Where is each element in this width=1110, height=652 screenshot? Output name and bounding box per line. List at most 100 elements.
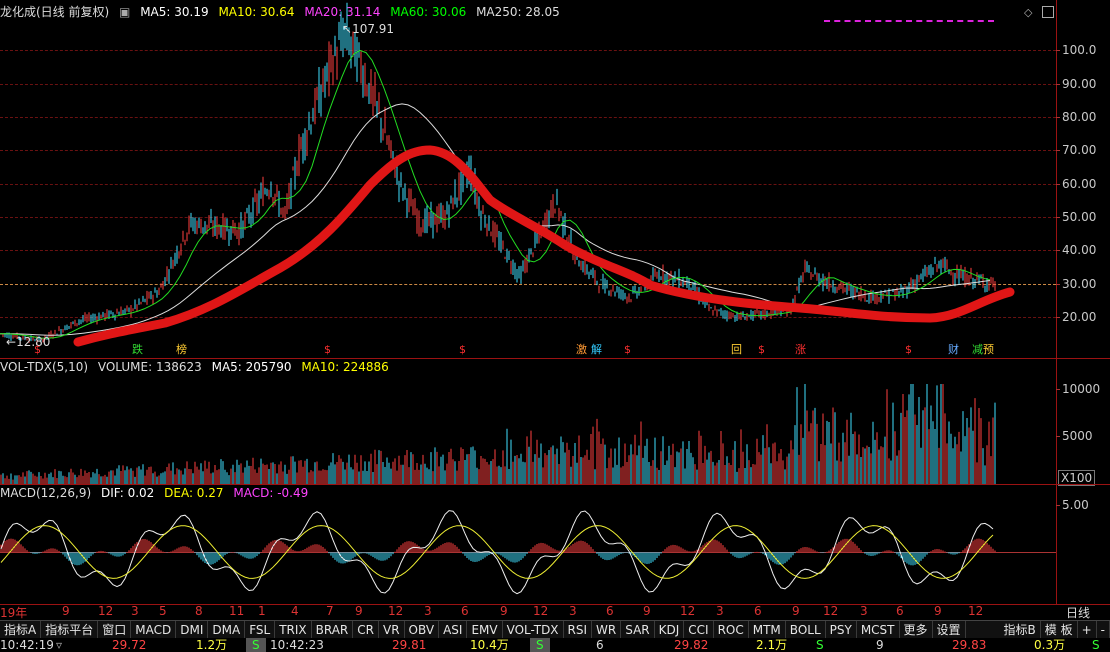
event-marker[interactable]: $ (905, 343, 912, 357)
time-tick: 6 (896, 604, 904, 618)
status-qty-2: 10.4万 (470, 638, 509, 652)
time-tick: 5 (159, 604, 167, 618)
event-marker[interactable]: 激 (576, 343, 587, 357)
event-marker[interactable]: 解 (591, 343, 602, 357)
toolbar-item[interactable]: OBV (405, 621, 440, 639)
toolbar-item[interactable]: TRIX (275, 621, 312, 639)
time-tick: 7 (326, 604, 334, 618)
toolbar-right-item[interactable]: 模 板 (1041, 621, 1078, 639)
time-tick: 11 (229, 604, 245, 618)
ma250-line (0, 103, 991, 336)
price-tick: 70.00 (1055, 143, 1097, 157)
toolbar-item[interactable]: ASI (439, 621, 468, 639)
time-tick: 4 (291, 604, 299, 618)
event-marker[interactable]: $ (459, 343, 466, 357)
price-tick: 30.00 (1055, 277, 1097, 291)
toolbar-item[interactable]: 窗口 (98, 621, 132, 639)
time-tick: 6 (754, 604, 762, 618)
time-tick: 3 (131, 604, 139, 618)
status-flag-1: S (246, 638, 266, 652)
time-tick: 12 (388, 604, 404, 618)
low-price-label: ←12.80 (6, 335, 50, 349)
high-price-label: ↖107.91 (342, 22, 394, 36)
time-tick: 19年 (0, 606, 28, 620)
price-tick: 90.00 (1055, 77, 1097, 91)
time-tick: 3 (860, 604, 868, 618)
time-tick: 9 (792, 604, 800, 618)
toolbar-item[interactable]: EMV (467, 621, 503, 639)
toolbar-item[interactable]: MACD (131, 621, 177, 639)
toolbar-item[interactable]: VOL-TDX (503, 621, 564, 639)
event-marker[interactable]: 减 (972, 343, 983, 357)
time-tick: 9 (934, 604, 942, 618)
status-qty-4: 0.3万 (1034, 638, 1066, 652)
toolbar-item[interactable]: FSL (245, 621, 276, 639)
toolbar-item[interactable]: VR (379, 621, 405, 639)
status-bar: 10:42:19 ▿ 29.72 1.2万 S 10:42:23 29.81 1… (0, 638, 1110, 652)
event-marker[interactable]: 财 (948, 343, 959, 357)
toolbar-item[interactable]: SAR (621, 621, 655, 639)
event-marker[interactable]: $ (324, 343, 331, 357)
event-marker[interactable]: 预 (983, 343, 994, 357)
status-price-4: 29.83 (952, 638, 987, 652)
volume-tick: 5000 (1056, 429, 1093, 443)
toolbar-item[interactable]: MTM (749, 621, 786, 639)
time-tick: 8 (195, 604, 203, 618)
time-tick: 6 (606, 604, 614, 618)
toolbar-right-item[interactable]: + (1078, 621, 1097, 639)
toolbar-item[interactable]: WR (592, 621, 622, 639)
status-price-2: 29.81 (392, 638, 427, 652)
status-time-1: 10:42:19 (0, 638, 54, 652)
volume-chart[interactable] (0, 360, 1056, 484)
time-tick: 12 (98, 604, 114, 618)
time-tick: 12 (533, 604, 549, 618)
status-dropdown-icon[interactable]: ▿ (56, 638, 62, 652)
toolbar-item[interactable]: RSI (564, 621, 593, 639)
macd-chart[interactable] (0, 486, 1056, 604)
toolbar-item[interactable]: KDJ (655, 621, 685, 639)
toolbar-item[interactable]: BRAR (312, 621, 354, 639)
status-qty-1: 1.2万 (196, 638, 228, 652)
period-label[interactable]: 日线 (1066, 604, 1090, 621)
toolbar-item[interactable]: MCST (857, 621, 900, 639)
toolbar-item[interactable]: ROC (714, 621, 749, 639)
time-tick: 1 (258, 604, 266, 618)
price-tick: 60.00 (1055, 177, 1097, 191)
status-price-1: 29.72 (112, 638, 147, 652)
status-price-3: 29.82 (674, 638, 709, 652)
event-marker[interactable]: $ (34, 343, 41, 357)
time-tick: 3 (424, 604, 432, 618)
status-flag-4: S (1092, 638, 1100, 652)
price-bars (0, 2, 996, 344)
toolbar-right-item[interactable]: 指标B (1000, 621, 1041, 639)
toolbar-item[interactable]: 指标平台 (41, 621, 99, 639)
toolbar-item[interactable]: BOLL (786, 621, 826, 639)
event-marker[interactable]: 榜 (176, 343, 187, 357)
status-time-2: 10:42:23 (270, 638, 324, 652)
status-flag-3: S (816, 638, 824, 652)
toolbar-item[interactable]: PSY (826, 621, 857, 639)
toolbar-item[interactable]: 指标A (0, 621, 42, 639)
toolbar-item[interactable]: CR (353, 621, 379, 639)
indicator-toolbar: 指标A 指标平台 窗口 MACD DMI DMA FSL TRIX BRAR CR VR OBV ASI… (0, 620, 1110, 639)
toolbar-item[interactable]: CCI (684, 621, 714, 639)
toolbar-right-item[interactable]: - (1097, 621, 1110, 639)
status-qty-3: 2.1万 (756, 638, 788, 652)
hand-drawn-trend-annotation (73, 145, 1015, 347)
event-marker[interactable]: 跌 (132, 343, 143, 357)
time-tick: 9 (643, 604, 651, 618)
event-marker[interactable]: $ (624, 343, 631, 357)
event-marker[interactable]: 回 (731, 343, 742, 357)
event-marker[interactable]: $ (758, 343, 765, 357)
toolbar-item[interactable]: 设置 (933, 621, 966, 639)
event-marker[interactable]: 涨 (795, 343, 806, 357)
time-axis: 19年 9 12 3 5 8 11 1 4 7 9 12 3 6 9 12 3 … (0, 604, 1056, 620)
volume-tick: 10000 (1055, 382, 1101, 396)
toolbar-item[interactable]: 更多 (900, 621, 933, 639)
toolbar-item[interactable]: DMI (176, 621, 209, 639)
time-tick: 12 (968, 604, 984, 618)
time-tick: 6 (461, 604, 469, 618)
toolbar-item[interactable]: DMA (208, 621, 246, 639)
price-tick: 100.0 (1055, 43, 1097, 57)
price-tick: 50.00 (1055, 210, 1097, 224)
